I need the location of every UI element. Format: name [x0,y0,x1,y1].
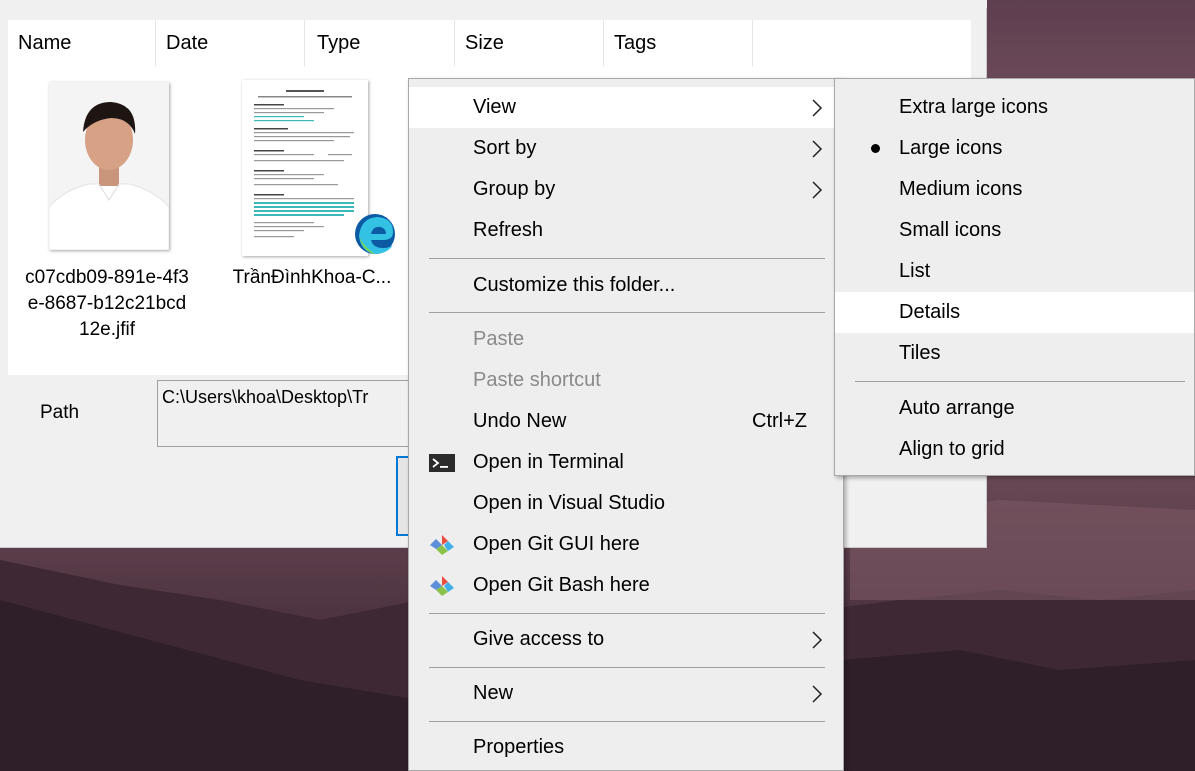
column-header-tags[interactable]: Tags [604,20,753,66]
submenu-item-details[interactable]: Details [835,292,1194,333]
menu-item-open-git-bash[interactable]: Open Git Bash here [409,565,843,606]
menu-item-label: Small icons [899,219,1002,241]
menu-separator [429,721,825,722]
menu-separator [429,258,825,259]
menu-item-refresh[interactable]: Refresh [409,210,843,251]
radio-bullet-icon [871,144,880,153]
chevron-right-icon [812,685,823,703]
submenu-item-auto-arrange[interactable]: Auto arrange [835,388,1194,429]
menu-item-give-access[interactable]: Give access to [409,619,843,660]
resume-document-icon [242,80,368,256]
chevron-right-icon [812,140,823,158]
menu-item-paste-shortcut: Paste shortcut [409,360,843,401]
menu-item-label: Extra large icons [899,96,1048,118]
view-submenu: Extra large icons Large icons Medium ico… [834,78,1195,476]
file-name-line: e-8687-b12c21bcd [27,293,187,314]
menu-item-label: Customize this folder... [473,274,676,296]
menu-item-label: Give access to [473,628,605,650]
menu-item-view[interactable]: View [409,87,843,128]
path-field[interactable]: C:\Users\khoa\Desktop\Tr [157,380,417,447]
menu-item-label: Paste [473,328,525,350]
submenu-item-tiles[interactable]: Tiles [835,333,1194,374]
chevron-right-icon [812,631,823,649]
menu-item-customize-folder[interactable]: Customize this folder... [409,265,843,306]
menu-separator [855,381,1185,382]
file-name-line: c07cdb09-891e-4f3 [25,267,189,288]
column-header-type[interactable]: Type [305,20,455,66]
submenu-item-list[interactable]: List [835,251,1194,292]
menu-item-label: Group by [473,178,556,200]
menu-item-label: Details [899,301,961,323]
menu-item-properties[interactable]: Properties [409,727,843,768]
menu-item-label: Open in Terminal [473,451,624,473]
menu-item-open-terminal[interactable]: Open in Terminal [409,442,843,483]
menu-item-label: Refresh [473,219,544,241]
submenu-item-medium-icons[interactable]: Medium icons [835,169,1194,210]
file-name-resume: TrầnĐìnhKhoa-C... [212,265,412,291]
portrait-photo-icon [48,82,170,251]
menu-item-open-git-gui[interactable]: Open Git GUI here [409,524,843,565]
menu-item-label: List [899,260,931,282]
menu-item-new[interactable]: New [409,673,843,714]
path-label: Path [40,402,80,423]
menu-item-label: Undo New [473,410,567,432]
menu-item-label: Medium icons [899,178,1023,200]
menu-item-shortcut: Ctrl+Z [752,410,807,432]
menu-item-undo-new[interactable]: Undo New Ctrl+Z [409,401,843,442]
column-header-date[interactable]: Date [156,20,305,66]
menu-item-label: Tiles [899,342,941,364]
menu-item-label: Open Git GUI here [473,533,640,555]
menu-item-label: View [473,96,516,118]
menu-item-label: Paste shortcut [473,369,601,391]
window-top-strip [0,0,987,8]
menu-separator [429,667,825,668]
terminal-icon [429,454,455,472]
submenu-item-small-icons[interactable]: Small icons [835,210,1194,251]
menu-item-open-visual-studio[interactable]: Open in Visual Studio [409,483,843,524]
menu-item-label: Open in Visual Studio [473,492,665,514]
git-icon [430,535,454,555]
submenu-item-align-to-grid[interactable]: Align to grid [835,429,1194,470]
column-header-name[interactable]: Name [8,20,156,66]
submenu-item-extra-large-icons[interactable]: Extra large icons [835,87,1194,128]
chevron-right-icon [812,181,823,199]
submenu-item-large-icons[interactable]: Large icons [835,128,1194,169]
portrait-thumbnail [48,82,170,251]
context-menu: View Sort by Group by Refresh Customize … [408,78,844,771]
menu-item-label: Align to grid [899,438,1005,460]
menu-item-label: Open Git Bash here [473,574,650,596]
file-name-line: TrầnĐìnhKhoa-C... [232,267,392,288]
chevron-right-icon [812,99,823,117]
menu-item-label: New [473,682,514,704]
file-name-photo: c07cdb09-891e-4f3 e-8687-b12c21bcd 12e.j… [12,265,202,343]
column-headers: Name Date Type Size Tags [8,20,971,66]
menu-item-label: Sort by [473,137,537,159]
menu-separator [429,312,825,313]
menu-item-label: Properties [473,736,565,758]
menu-separator [429,613,825,614]
menu-item-paste: Paste [409,319,843,360]
menu-item-label: Large icons [899,137,1003,159]
file-name-line: 12e.jfif [79,319,135,340]
git-icon [430,576,454,596]
menu-item-label: Auto arrange [899,397,1015,419]
column-header-size[interactable]: Size [455,20,604,66]
menu-item-sort-by[interactable]: Sort by [409,128,843,169]
resume-thumbnail [242,80,368,256]
edge-icon [353,212,397,256]
menu-item-group-by[interactable]: Group by [409,169,843,210]
